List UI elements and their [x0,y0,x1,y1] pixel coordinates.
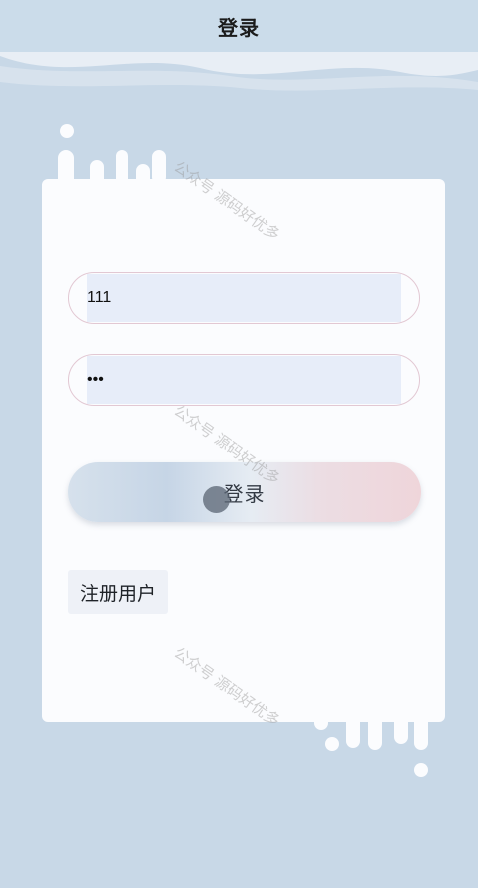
login-button-label: 登录 [223,481,266,506]
register-button-label: 注册用户 [79,582,156,605]
password-input[interactable] [87,355,397,405]
wave-decoration [0,52,478,98]
top-bar: 登录 [0,0,478,52]
register-button[interactable]: 注册用户 [68,570,168,614]
page-title: 登录 [218,15,260,40]
login-button[interactable]: 登录 [68,462,421,522]
username-input[interactable] [87,273,397,323]
touch-cursor-indicator [203,486,230,513]
username-field[interactable] [68,272,420,324]
password-field[interactable] [68,354,420,406]
